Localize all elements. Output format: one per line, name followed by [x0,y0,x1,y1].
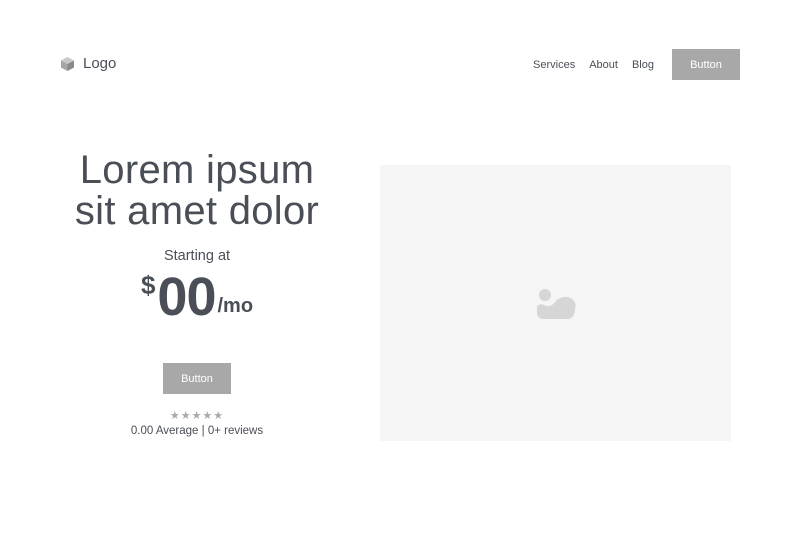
price: $ 00 /mo [60,270,334,326]
nav-link-about[interactable]: About [589,59,618,71]
hero-title-line-2: sit amet dolor [74,189,320,233]
price-period: /mo [217,295,254,317]
header-button[interactable]: Button [672,49,740,80]
hero-title: Lorem ipsum sit amet dolor [60,150,334,232]
starting-at-label: Starting at [163,248,231,264]
price-currency: $ [140,270,156,300]
cube-icon [60,56,75,72]
rating-stars: ★★★★★ [169,410,225,422]
hero-title-line-1: Lorem ipsum [79,148,315,192]
nav-link-services[interactable]: Services [533,59,575,71]
nav-link-blog[interactable]: Blog [632,59,654,71]
image-placeholder [380,165,731,441]
logo-text: Logo [83,55,117,72]
rating-text: 0.00 Average | 0+ reviews [130,425,264,437]
top-nav: Services About Blog Button [533,49,740,80]
image-icon [535,287,577,319]
hero-content: Lorem ipsum sit amet dolor Starting at $… [60,150,334,326]
price-amount: 00 [157,267,216,327]
hero-button[interactable]: Button [163,363,231,394]
rating: ★★★★★ 0.00 Average | 0+ reviews [60,410,334,437]
logo[interactable]: Logo [60,55,116,72]
